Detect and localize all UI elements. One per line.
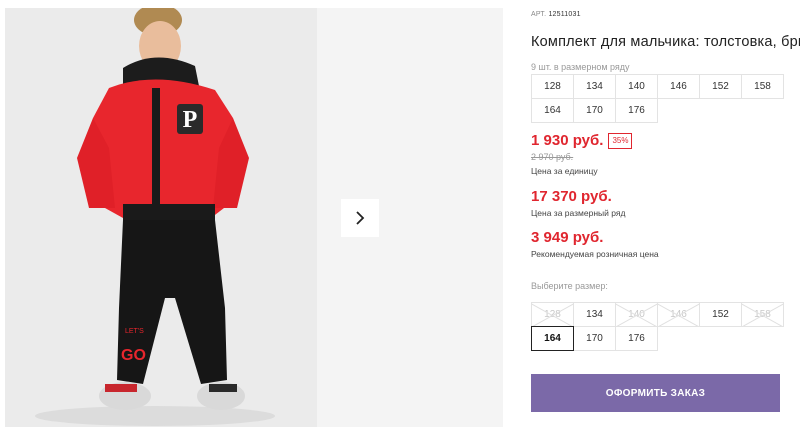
pack-size-cell: 128 bbox=[531, 74, 574, 99]
pack-price: 17 370 руб. bbox=[531, 188, 612, 205]
discount-badge: 35% bbox=[608, 132, 633, 149]
pack-size-cell: 164 bbox=[531, 98, 574, 123]
product-photo[interactable]: P LET'S GO bbox=[5, 8, 317, 427]
size-option[interactable]: 152 bbox=[699, 302, 742, 327]
pack-size-cell: 170 bbox=[573, 98, 616, 123]
pack-size-cell: 134 bbox=[573, 74, 616, 99]
pack-size-cell: 152 bbox=[699, 74, 742, 99]
product-title: Комплект для мальчика: толстовка, брюки bbox=[531, 34, 800, 50]
pack-size-grid: 128 134 140 146 152 158 164 170 176 bbox=[531, 74, 784, 123]
pack-size-cell: 176 bbox=[615, 98, 658, 123]
pants-print-mid: GO bbox=[121, 347, 146, 364]
size-option-selected[interactable]: 164 bbox=[531, 326, 574, 351]
size-option[interactable]: 170 bbox=[573, 326, 616, 351]
unit-price: 1 930 руб. bbox=[531, 132, 604, 149]
size-option-unavailable: 158 bbox=[741, 302, 784, 327]
rrp-price: 3 949 руб. bbox=[531, 229, 604, 246]
size-option-unavailable: 146 bbox=[657, 302, 700, 327]
boy-in-tracksuit-image: P LET'S GO bbox=[5, 8, 317, 427]
pack-note: 9 шт. в размерном ряду bbox=[531, 62, 630, 72]
place-order-button[interactable]: ОФОРМИТЬ ЗАКАЗ bbox=[531, 374, 780, 412]
gallery-next-button[interactable] bbox=[341, 199, 379, 237]
size-option-unavailable: 140 bbox=[615, 302, 658, 327]
size-option[interactable]: 176 bbox=[615, 326, 658, 351]
article-number: АРТ. 12511031 bbox=[531, 11, 581, 18]
rrp-price-caption: Рекомендуемая розничная цена bbox=[531, 249, 659, 259]
pack-size-cell: 146 bbox=[657, 74, 700, 99]
unit-price-caption: Цена за единицу bbox=[531, 166, 598, 176]
pack-size-cell: 140 bbox=[615, 74, 658, 99]
unit-price-row: 1 930 руб. 35% bbox=[531, 132, 633, 149]
article-label: АРТ. bbox=[531, 11, 547, 18]
article-value: 12511031 bbox=[548, 11, 581, 18]
pack-size-cell: 158 bbox=[741, 74, 784, 99]
chevron-right-icon bbox=[356, 211, 365, 225]
jacket-logo-letter: P bbox=[183, 107, 198, 133]
product-gallery: P LET'S GO bbox=[0, 0, 503, 431]
size-option-unavailable: 128 bbox=[531, 302, 574, 327]
pack-price-caption: Цена за размерный ряд bbox=[531, 208, 626, 218]
size-select-label: Выберите размер: bbox=[531, 281, 608, 291]
size-select-grid: 128 134 140 146 152 158 164 170 176 bbox=[531, 302, 784, 351]
old-price: 2 970 руб. bbox=[531, 152, 574, 162]
pants-print-top: LET'S bbox=[125, 328, 144, 335]
size-option[interactable]: 134 bbox=[573, 302, 616, 327]
product-info: АРТ. 12511031 Комплект для мальчика: тол… bbox=[531, 0, 800, 431]
